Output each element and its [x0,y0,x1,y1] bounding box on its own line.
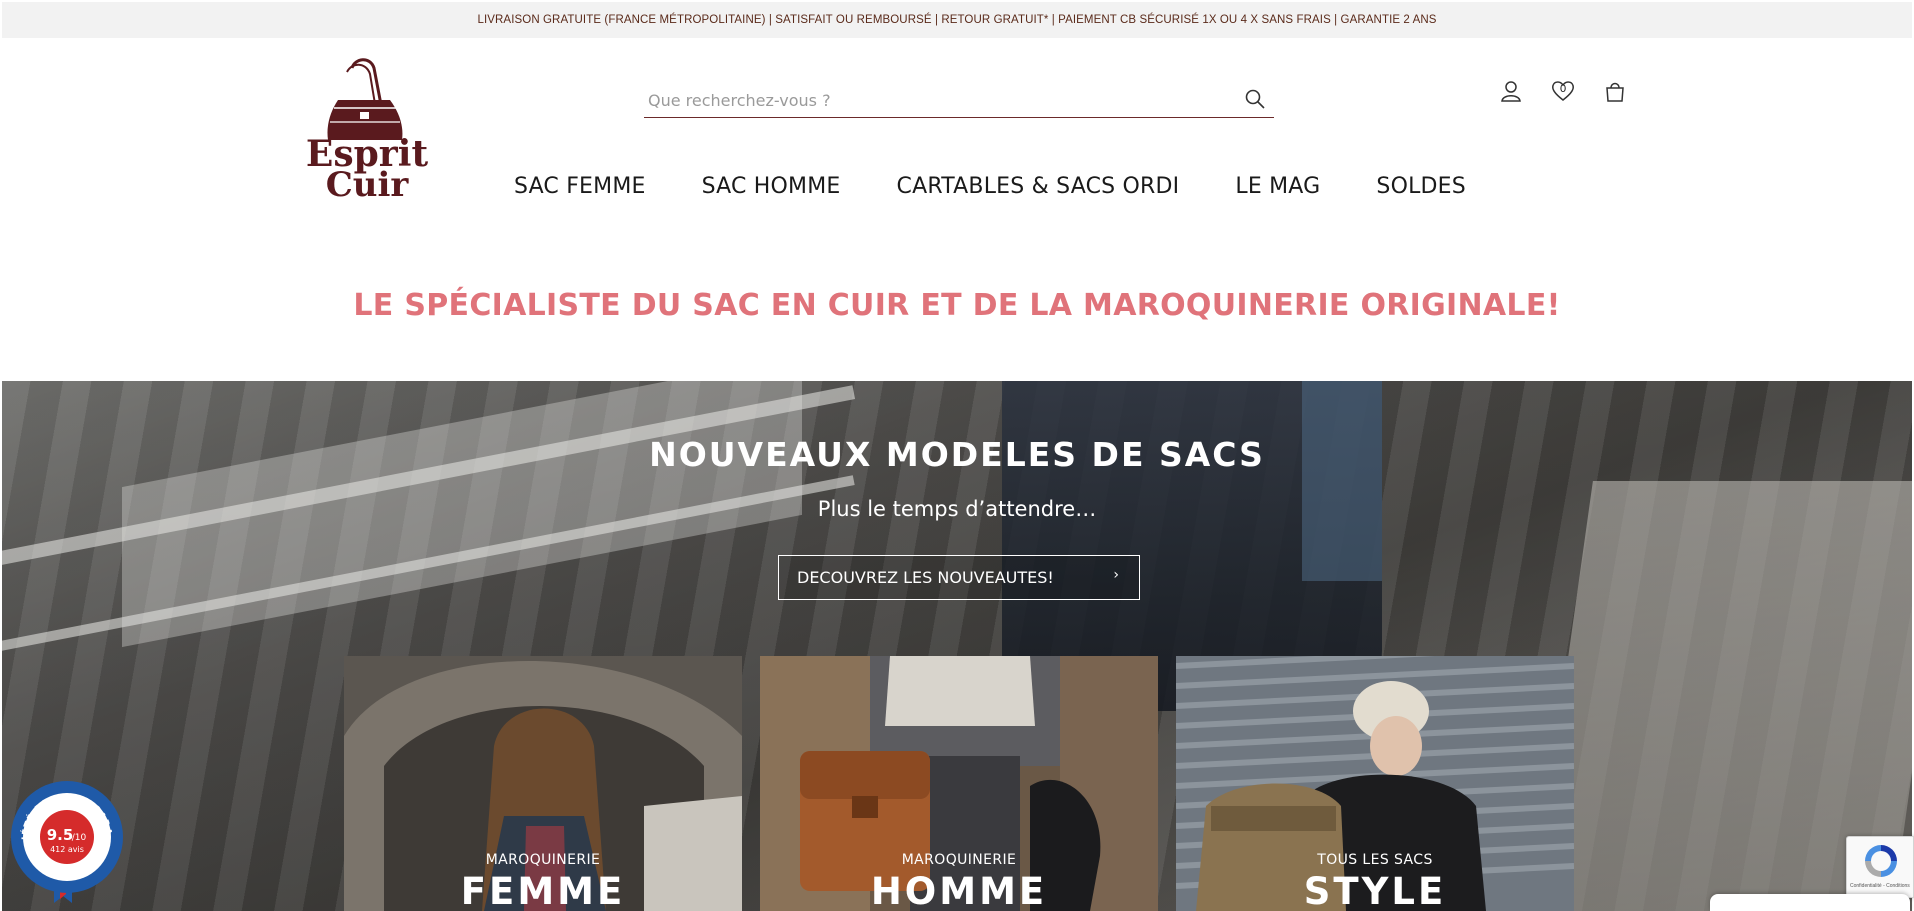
category-tile-homme[interactable]: MAROQUINERIE HOMME [760,656,1158,911]
badge-count: 412 avis [50,845,84,854]
announcement-bar: LIVRAISON GRATUITE (FRANCE MÉTROPOLITAIN… [2,2,1912,38]
nav-item-cartables[interactable]: CARTABLES & SACS ORDI [897,174,1180,199]
tile-small-label: MAROQUINERIE [485,852,601,868]
handbag-icon [327,58,403,140]
shopping-bag-icon[interactable] [1602,78,1628,104]
chevron-right-icon: › [1113,567,1119,583]
announcement-text: LIVRAISON GRATUITE (FRANCE MÉTROPOLITAIN… [477,14,1437,26]
hero-title: NOUVEAUX MODELES DE SACS [649,435,1265,474]
tile-big-label: HOMME [870,870,1048,911]
logo[interactable]: Esprit Cuir [300,56,435,201]
cta-label: DECOUVREZ LES NOUVEAUTES! [797,568,1054,587]
tile-small-label: MAROQUINERIE [901,852,1017,868]
category-tile-femme[interactable]: MAROQUINERIE FEMME [344,656,742,911]
tile-big-label: FEMME [460,870,626,911]
recaptcha-widget[interactable]: Confidentialité - Conditions [1846,836,1914,898]
search-input[interactable] [648,88,1228,112]
badge-out-of: /10 [72,833,87,843]
chat-widget-tab[interactable] [1710,894,1910,911]
wishlist-button[interactable]: 0 [1550,78,1576,104]
tagline: LE SPÉCIALISTE DU SAC EN CUIR ET DE LA M… [353,288,1561,323]
nav-item-le-mag[interactable]: LE MAG [1235,174,1320,199]
wishlist-count: 0 [1559,83,1567,95]
logo-line2: Cuir [326,165,410,201]
nav-item-sac-femme[interactable]: SAC FEMME [514,174,646,199]
search-bar [644,82,1274,118]
badge-score: 9.5 [47,826,74,844]
nav-item-soldes[interactable]: SOLDES [1376,174,1466,199]
main-nav: SAC FEMME SAC HOMME CARTABLES & SACS ORD… [514,174,1466,199]
hero-subtitle: Plus le temps d’attendre… [817,497,1097,521]
discover-new-button[interactable]: DECOUVREZ LES NOUVEAUTES! › [778,555,1140,600]
review-badge[interactable]: SOCIÉTÉ DES AVIS GARANTIS 9.5 /10 412 av… [8,779,126,905]
recaptcha-icon [1865,845,1897,877]
header: Esprit Cuir 0 [0,38,1914,228]
hero-bg-sleeve [1302,381,1382,581]
recaptcha-text: Confidentialité - Conditions [1850,883,1910,889]
user-icon[interactable] [1498,78,1524,104]
category-tile-style[interactable]: TOUS LES SACS STYLE [1176,656,1574,911]
user-actions: 0 [1498,78,1628,104]
search-icon[interactable] [1244,88,1266,110]
tile-small-label: TOUS LES SACS [1317,852,1433,868]
page: LIVRAISON GRATUITE (FRANCE MÉTROPOLITAIN… [0,0,1914,911]
tile-big-label: STYLE [1303,870,1447,911]
nav-item-sac-homme[interactable]: SAC HOMME [702,174,841,199]
